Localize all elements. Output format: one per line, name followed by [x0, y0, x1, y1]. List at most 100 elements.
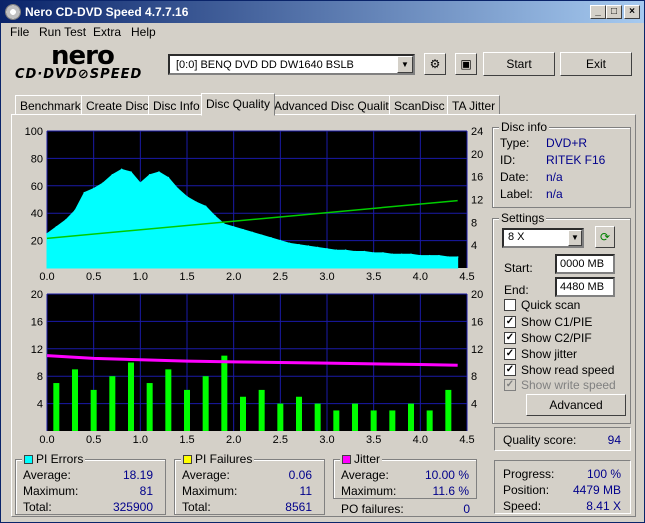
maximize-button[interactable]: □	[606, 5, 622, 19]
pi-errors-point	[251, 231, 254, 234]
quick-scan-label: Quick scan	[521, 298, 581, 312]
menu-help[interactable]: Help	[131, 25, 156, 39]
x-tick-label: 2.5	[273, 434, 288, 444]
tab-disc-quality[interactable]: Disc Quality	[201, 93, 276, 116]
pi-failures-bar	[277, 403, 284, 431]
pi-errors-point	[186, 195, 188, 198]
disc-type-label: Type:	[500, 136, 530, 150]
drive-select-value: [0:0] BENQ DVD DD DW1640 BSLB	[176, 59, 354, 71]
pi-failures-bar	[445, 389, 452, 431]
po-failures-label: PO failures:	[341, 502, 404, 516]
pi-errors-point	[232, 226, 235, 228]
pi-errors-point	[316, 246, 319, 249]
y-right-tick-label: 16	[471, 316, 483, 328]
y-left-tick-label: 100	[25, 126, 43, 138]
pi-failures-average-value: 0.06	[288, 468, 312, 482]
tab-ta-jitter[interactable]: TA Jitter	[447, 95, 501, 115]
start-label: Start:	[504, 261, 533, 275]
progress-value: 100 %	[586, 467, 621, 481]
disc-label-value: n/a	[546, 187, 563, 201]
position-label: Position:	[503, 483, 550, 497]
jitter-maximum-label: Maximum:	[341, 484, 397, 498]
speed-select-value: 8 X	[508, 231, 525, 243]
pi-errors-point	[438, 254, 440, 257]
logo-product: CD·DVD⊘SPEED	[15, 67, 143, 82]
pi-failures-bar	[221, 355, 228, 431]
title-bar: Nero CD-DVD Speed 4.7.7.16 _ □ ×	[1, 1, 644, 23]
tab-benchmark[interactable]: Benchmark	[15, 95, 86, 115]
y-right-tick-label: 8	[471, 217, 477, 229]
pi-errors-swatch	[24, 455, 33, 464]
chevron-down-icon[interactable]: ▼	[397, 56, 413, 73]
y-right-tick-label: 4	[471, 240, 477, 252]
pi-errors-point	[344, 249, 347, 251]
show-c2-pif-checkbox[interactable]: ✓	[504, 332, 516, 344]
y-left-tick-label: 8	[37, 371, 43, 383]
pi-errors-point	[447, 256, 450, 258]
pi-failures-bar	[90, 389, 97, 431]
tab-scandisc[interactable]: ScanDisc	[389, 95, 450, 115]
minimize-button[interactable]: _	[590, 5, 606, 19]
y-right-tick-label: 20	[471, 149, 483, 161]
pi-errors-point	[74, 209, 76, 212]
pi-errors-point	[55, 226, 58, 228]
settings-title: Settings	[499, 211, 547, 225]
show-write-speed-checkbox: ✓	[504, 379, 516, 391]
pi-errors-point	[428, 254, 431, 257]
show-c2-pif-label: Show C2/PIF	[521, 331, 592, 345]
floppy-icon: ▣	[460, 57, 472, 71]
pi-failures-bar	[333, 410, 340, 431]
pi-errors-maximum-value: 81	[139, 484, 153, 498]
show-read-speed-checkbox[interactable]: ✓	[504, 364, 516, 376]
x-tick-label: 2.0	[226, 271, 241, 281]
quick-scan-checkbox[interactable]	[504, 299, 516, 311]
tab-disc-info[interactable]: Disc Info	[148, 95, 205, 115]
x-tick-label: 0.0	[39, 434, 54, 444]
speed-select[interactable]: 8 X ▼	[502, 228, 584, 248]
show-c1-pie-label: Show C1/PIE	[521, 315, 593, 329]
pi-errors-point	[111, 174, 114, 176]
pi-errors-point	[130, 171, 132, 173]
x-tick-label: 1.0	[133, 271, 148, 281]
jitter-maximum-value: 11.6 %	[432, 484, 469, 498]
save-button[interactable]: ▣	[455, 53, 477, 75]
advanced-button[interactable]: Advanced	[526, 394, 626, 416]
pi-errors-point	[102, 182, 104, 184]
refresh-speed-button[interactable]: ⟳	[595, 226, 615, 248]
pi-errors-point	[279, 239, 282, 242]
disc-info-group: Disc info Type: DVD+R ID: RITEK F16 Date…	[492, 120, 631, 208]
pi-errors-point	[270, 237, 272, 239]
x-tick-label: 0.5	[86, 434, 101, 444]
show-jitter-checkbox[interactable]: ✓	[504, 348, 516, 360]
y-right-tick-label: 12	[471, 344, 483, 356]
disc-id-value: RITEK F16	[546, 153, 606, 167]
close-button[interactable]: ×	[624, 5, 640, 19]
pi-errors-point	[372, 252, 375, 254]
y-left-tick-label: 60	[31, 181, 43, 193]
start-field[interactable]: 0000 MB	[555, 254, 615, 274]
pi-failures-bar	[53, 383, 60, 431]
pi-failures-bar	[426, 410, 433, 431]
position-value: 4479 MB	[572, 483, 621, 497]
exit-button[interactable]: Exit	[560, 52, 632, 76]
drive-select[interactable]: [0:0] BENQ DVD DD DW1640 BSLB ▼	[168, 54, 415, 75]
pi-failures-bar	[296, 396, 302, 431]
tab-create-disc[interactable]: Create Disc	[81, 95, 154, 115]
x-tick-label: 0.0	[39, 271, 54, 281]
y-right-tick-label: 8	[471, 371, 477, 383]
x-tick-label: 4.5	[459, 434, 474, 444]
show-c1-pie-checkbox[interactable]: ✓	[504, 316, 516, 328]
menu-extra[interactable]: Extra	[93, 25, 121, 39]
disc-eject-button[interactable]: ⚙	[424, 53, 446, 75]
pi-errors-average-value: 18.19	[122, 468, 153, 482]
y-left-tick-label: 12	[31, 344, 43, 356]
tab-advanced-disc-quality[interactable]: Advanced Disc Quality	[269, 95, 400, 115]
menu-bar: File Run Test Extra Help	[1, 23, 644, 41]
chevron-down-icon[interactable]: ▼	[568, 230, 582, 246]
menu-run-test[interactable]: Run Test	[39, 25, 86, 39]
menu-file[interactable]: File	[10, 25, 29, 39]
x-tick-label: 4.5	[459, 271, 474, 281]
pi-failures-average-label: Average:	[182, 468, 230, 482]
end-field[interactable]: 4480 MB	[555, 277, 615, 297]
start-button[interactable]: Start	[483, 52, 555, 76]
